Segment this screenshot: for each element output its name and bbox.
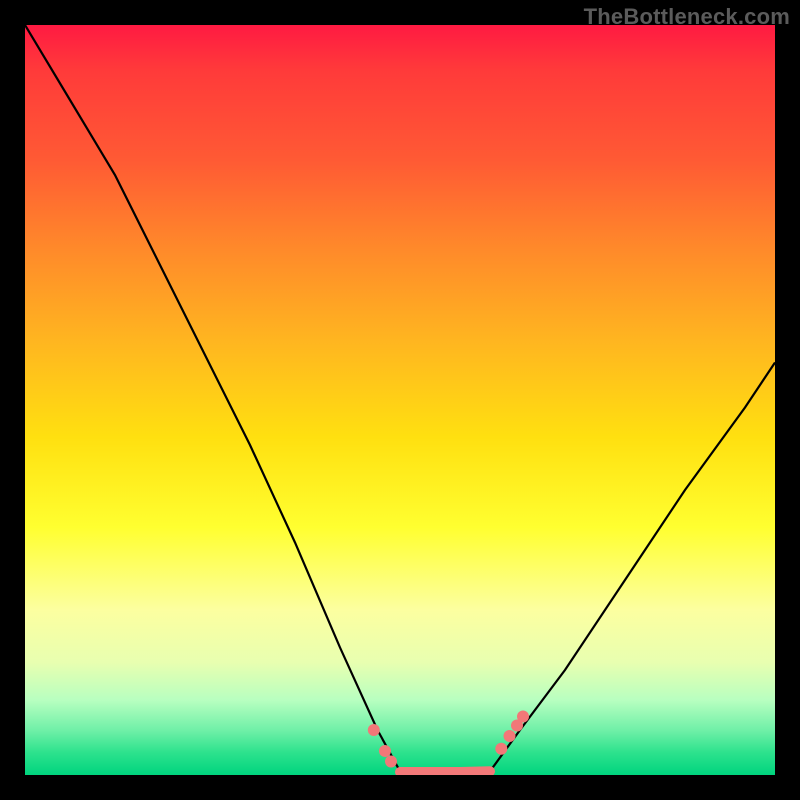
chart-frame: TheBottleneck.com <box>0 0 800 800</box>
data-marker <box>379 745 391 757</box>
data-marker <box>368 724 380 736</box>
data-marker <box>504 730 516 742</box>
chart-svg <box>25 25 775 775</box>
data-marker <box>495 743 507 755</box>
bottleneck-curve <box>25 25 775 772</box>
data-marker <box>517 711 529 723</box>
data-marker <box>385 756 397 768</box>
watermark-text: TheBottleneck.com <box>584 4 790 30</box>
trough-highlight <box>400 771 490 772</box>
plot-area <box>25 25 775 775</box>
